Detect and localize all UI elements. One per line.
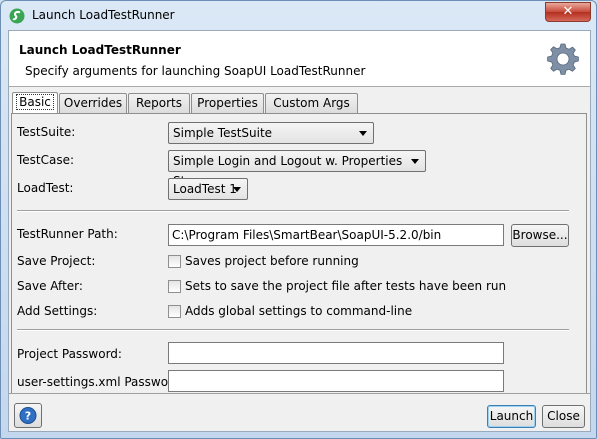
dialog-body: Launch LoadTestRunner Specify arguments …: [8, 30, 591, 432]
runner-path-label: TestRunner Path:: [17, 227, 118, 241]
separator: [17, 329, 569, 331]
tab-custom-args[interactable]: Custom Args: [265, 93, 358, 113]
tab-basic-label: Basic: [16, 94, 54, 110]
tab-properties[interactable]: Properties: [191, 93, 264, 113]
save-after-text: Sets to save the project file after test…: [185, 279, 507, 293]
tab-overrides[interactable]: Overrides: [59, 93, 127, 113]
header-title: Launch LoadTestRunner: [19, 43, 181, 57]
launch-button[interactable]: Launch: [487, 405, 536, 428]
save-after-checkbox[interactable]: [168, 280, 181, 293]
save-project-text: Saves project before running: [185, 254, 359, 268]
add-settings-checkbox[interactable]: [168, 305, 181, 318]
browse-button[interactable]: Browse...: [511, 224, 569, 247]
add-settings-text: Adds global settings to command-line: [185, 304, 413, 318]
launch-dialog-window: Launch LoadTestRunner ✕ Launch LoadTestR…: [0, 0, 597, 439]
footer-separator: [9, 393, 590, 394]
dialog-header: Launch LoadTestRunner Specify arguments …: [9, 31, 590, 87]
testcase-label: TestCase:: [17, 153, 75, 167]
save-project-label: Save Project:: [17, 254, 96, 268]
loadtest-value: LoadTest 1: [173, 182, 237, 196]
header-subtitle: Specify arguments for launching SoapUI L…: [25, 64, 366, 78]
window-title: Launch LoadTestRunner: [32, 8, 175, 22]
basic-tab-panel: TestSuite: Simple TestSuite TestCase: Si…: [11, 113, 587, 394]
help-button[interactable]: ?: [14, 403, 42, 428]
soapui-app-icon: [9, 8, 25, 24]
help-icon: ?: [19, 407, 37, 424]
save-project-checkbox[interactable]: [168, 255, 181, 268]
project-password-input[interactable]: [168, 342, 504, 364]
chevron-down-icon: [359, 131, 367, 136]
add-settings-label: Add Settings:: [17, 304, 98, 318]
chevron-down-icon: [233, 187, 241, 192]
settings-password-label: user-settings.xml Password:: [17, 375, 185, 389]
testsuite-label: TestSuite:: [17, 125, 76, 139]
save-after-label: Save After:: [17, 279, 83, 293]
runner-path-input[interactable]: C:\Program Files\SmartBear\SoapUI-5.2.0/…: [168, 224, 504, 246]
testcase-select[interactable]: Simple Login and Logout w. Properties St…: [168, 150, 426, 188]
loadtest-label: LoadTest:: [17, 181, 74, 195]
tab-reports[interactable]: Reports: [128, 93, 190, 113]
gear-icon: [547, 43, 579, 75]
chevron-down-icon: [411, 159, 419, 164]
loadtest-select[interactable]: LoadTest 1: [168, 178, 248, 200]
title-bar[interactable]: Launch LoadTestRunner ✕: [1, 1, 596, 29]
settings-password-input[interactable]: [168, 370, 504, 392]
tab-basic[interactable]: Basic: [12, 92, 58, 114]
project-password-label: Project Password:: [17, 347, 122, 361]
separator: [17, 210, 569, 212]
svg-text:?: ?: [25, 410, 31, 423]
close-button[interactable]: Close: [542, 405, 585, 428]
testsuite-value: Simple TestSuite: [173, 126, 273, 140]
testsuite-select[interactable]: Simple TestSuite: [168, 122, 374, 144]
window-close-button[interactable]: ✕: [545, 2, 591, 22]
